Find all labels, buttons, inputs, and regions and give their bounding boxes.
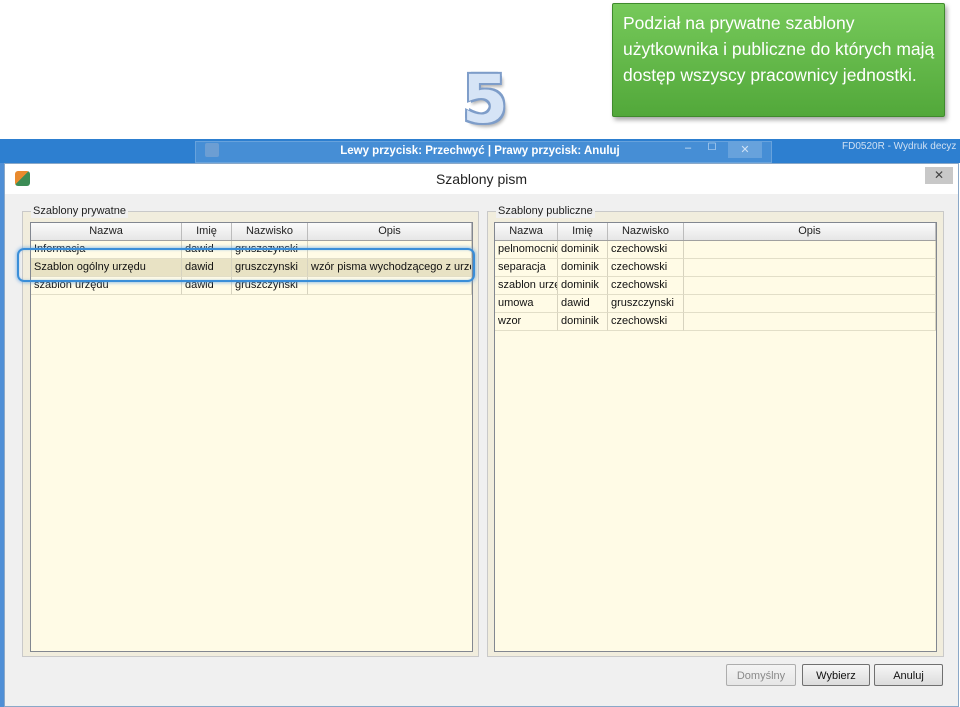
private-grid-header: Nazwa Imię Nazwisko Opis (31, 223, 472, 241)
cancel-button[interactable]: Anuluj (874, 664, 943, 686)
column-header-nazwa[interactable]: Nazwa (495, 223, 558, 240)
table-row[interactable]: pelnomocnictwo dominik czechowski (495, 241, 936, 259)
cell-nazwa: umowa (495, 295, 558, 313)
column-header-nazwa[interactable]: Nazwa (31, 223, 182, 240)
cell-opis (684, 313, 936, 331)
close-button[interactable]: ✕ (925, 167, 953, 184)
column-header-imie[interactable]: Imię (558, 223, 608, 240)
public-templates-legend: Szablony publiczne (496, 204, 595, 218)
public-grid-header: Nazwa Imię Nazwisko Opis (495, 223, 936, 241)
cell-nazwisko: czechowski (608, 313, 684, 331)
templates-dialog: Szablony pism ✕ Szablony prywatne Nazwa … (4, 163, 959, 707)
private-templates-grid[interactable]: Nazwa Imię Nazwisko Opis Informacja dawi… (30, 222, 473, 652)
screen-capture-bar: – ☐ ✕ FD0520R - Wydruk decyz Lewy przyci… (0, 139, 960, 163)
cell-imie: dominik (558, 241, 608, 259)
cell-nazwisko: czechowski (608, 259, 684, 277)
selection-highlight-ring (17, 248, 475, 282)
column-header-nazwisko[interactable]: Nazwisko (608, 223, 684, 240)
cell-imie: dawid (558, 295, 608, 313)
cell-opis (684, 295, 936, 313)
public-templates-grid[interactable]: Nazwa Imię Nazwisko Opis pelnomocnictwo … (494, 222, 937, 652)
column-header-opis[interactable]: Opis (308, 223, 472, 240)
cell-opis (684, 277, 936, 295)
step-number: 5 (462, 61, 508, 138)
public-grid-rows: pelnomocnictwo dominik czechowski separa… (495, 241, 936, 331)
cell-nazwa: wzor (495, 313, 558, 331)
default-button[interactable]: Domyślny (726, 664, 796, 686)
cell-nazwa: pelnomocnictwo (495, 241, 558, 259)
dialog-title: Szablony pism (435, 171, 528, 187)
column-header-nazwisko[interactable]: Nazwisko (232, 223, 308, 240)
column-header-opis[interactable]: Opis (684, 223, 936, 240)
table-row[interactable]: umowa dawid gruszczynski (495, 295, 936, 313)
cell-imie: dominik (558, 259, 608, 277)
column-header-imie[interactable]: Imię (182, 223, 232, 240)
callout-text: Podział na prywatne szablony użytkownika… (623, 13, 935, 85)
private-templates-legend: Szablony prywatne (31, 204, 128, 218)
cell-nazwa: szablon urzędu (495, 277, 558, 295)
capture-instructions: Lewy przycisk: Przechwyć | Prawy przycis… (340, 145, 620, 157)
cell-nazwa: separacja (495, 259, 558, 277)
dialog-titlebar[interactable]: Szablony pism ✕ (5, 164, 958, 194)
callout-note: Podział na prywatne szablony użytkownika… (612, 3, 945, 117)
cell-opis (684, 241, 936, 259)
table-row[interactable]: szablon urzędu dominik czechowski (495, 277, 936, 295)
cell-opis (684, 259, 936, 277)
cell-imie: dominik (558, 277, 608, 295)
table-row[interactable]: wzor dominik czechowski (495, 313, 936, 331)
public-templates-group: Szablony publiczne Nazwa Imię Nazwisko O… (487, 204, 944, 657)
cell-nazwisko: gruszczynski (608, 295, 684, 313)
table-row[interactable]: separacja dominik czechowski (495, 259, 936, 277)
select-button[interactable]: Wybierz (802, 664, 870, 686)
cell-nazwisko: czechowski (608, 241, 684, 259)
cell-imie: dominik (558, 313, 608, 331)
cell-nazwisko: czechowski (608, 277, 684, 295)
